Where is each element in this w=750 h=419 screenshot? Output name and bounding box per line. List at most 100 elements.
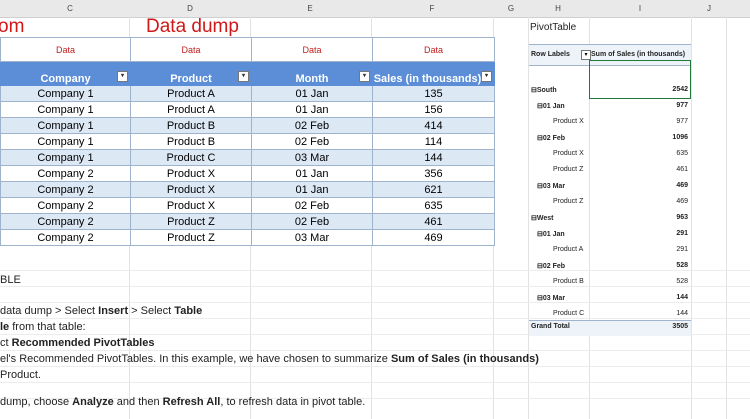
pivot-row-label[interactable]: ⊟01 Jan [537, 102, 565, 110]
pivot-row-value[interactable]: 528 [640, 262, 688, 269]
cell-product[interactable]: Product A [130, 101, 252, 118]
cell-company[interactable]: Company 2 [0, 165, 131, 182]
pivot-row-value[interactable]: 635 [640, 150, 688, 157]
cell-company[interactable]: Company 2 [0, 213, 131, 230]
pivot-row-label[interactable]: Product Z [553, 198, 583, 205]
cell-company[interactable]: Company 2 [0, 197, 131, 214]
table-row: Company 1 Product B 02 Feb 114 [0, 133, 495, 150]
pivot-row-label[interactable]: Product A [553, 246, 583, 253]
cell-sales[interactable]: 414 [372, 117, 495, 134]
cell-month[interactable]: 02 Feb [251, 197, 373, 214]
cell-product[interactable]: Product X [130, 181, 252, 198]
cell-product[interactable]: Product X [130, 165, 252, 182]
column-header-c[interactable]: C [20, 0, 120, 17]
section-title-data-dump: Data dump [146, 16, 239, 37]
cell-sales[interactable]: 144 [372, 149, 495, 166]
pivot-row-label[interactable]: ⊟03 Mar [537, 294, 565, 302]
header-month[interactable]: Month ▾ [251, 61, 373, 86]
pivot-row-value[interactable]: 144 [640, 310, 688, 317]
pivot-row-value[interactable]: 469 [640, 182, 688, 189]
column-header-d[interactable]: D [130, 0, 250, 17]
grid-line [691, 17, 692, 419]
pivot-row-label[interactable]: Product X [553, 150, 584, 157]
cell-month[interactable]: 02 Feb [251, 213, 373, 230]
cell-sales[interactable]: 156 [372, 101, 495, 118]
cell-product[interactable]: Product Z [130, 213, 252, 230]
pivot-row-label[interactable]: ⊟South [531, 86, 557, 94]
cell-month[interactable]: 02 Feb [251, 133, 373, 150]
cell-product[interactable]: Product A [130, 85, 252, 102]
pivot-row-value[interactable]: 2542 [640, 86, 688, 93]
cell-month[interactable]: 01 Jan [251, 85, 373, 102]
cell-month[interactable]: 01 Jan [251, 101, 373, 118]
pivot-row-value[interactable]: 528 [640, 278, 688, 285]
pivot-row-value[interactable]: 1096 [640, 134, 688, 141]
column-header-j[interactable]: J [692, 0, 726, 17]
pivot-row-label[interactable]: ⊟03 Mar [537, 182, 565, 190]
pivot-row-value[interactable]: 963 [640, 214, 688, 221]
header-sales[interactable]: Sales (in thousands) ▾ [372, 61, 495, 86]
column-header-f[interactable]: F [372, 0, 492, 17]
selected-cell[interactable] [589, 60, 691, 99]
header-company[interactable]: Company ▾ [0, 61, 131, 86]
pivot-row-value[interactable]: 291 [640, 230, 688, 237]
pivot-row-label[interactable]: Product X [553, 118, 584, 125]
column-header-g[interactable]: G [494, 0, 528, 17]
pivot-row-label[interactable]: Product Z [553, 166, 583, 173]
pivot-row-value[interactable]: 291 [640, 246, 688, 253]
cell-sales[interactable]: 135 [372, 85, 495, 102]
pivot-title: PivotTable [530, 22, 577, 33]
pivot-value-header[interactable]: Sum of Sales (in thousands) [591, 51, 685, 58]
cell-product[interactable]: Product C [130, 149, 252, 166]
filter-dropdown-icon[interactable]: ▾ [581, 50, 591, 60]
cell-company[interactable]: Company 1 [0, 149, 131, 166]
cell-product[interactable]: Product Z [130, 229, 252, 246]
grid-line [0, 270, 750, 271]
pivot-row-label[interactable]: ⊟West [531, 214, 553, 222]
cell-month[interactable]: 03 Mar [251, 229, 373, 246]
pivot-row-label[interactable]: ⊟01 Jan [537, 230, 565, 238]
filter-dropdown-icon[interactable]: ▾ [117, 71, 128, 82]
filter-dropdown-icon[interactable]: ▾ [238, 71, 249, 82]
pivot-row-label[interactable]: ⊟02 Feb [537, 134, 565, 142]
cell-company[interactable]: Company 1 [0, 85, 131, 102]
grid-line [0, 318, 750, 319]
pivot-row-value[interactable]: 469 [640, 198, 688, 205]
cell-company[interactable]: Company 2 [0, 181, 131, 198]
column-header-i[interactable]: I [590, 0, 690, 17]
pivot-row-value[interactable]: 977 [640, 102, 688, 109]
grid-line [0, 302, 750, 303]
pivot-row-label[interactable]: Product B [553, 278, 584, 285]
pivot-row-label[interactable]: ⊟02 Feb [537, 262, 565, 270]
cell-month[interactable]: 01 Jan [251, 165, 373, 182]
column-header-e[interactable]: E [250, 0, 370, 17]
filter-dropdown-icon[interactable]: ▾ [481, 71, 492, 82]
cell-product[interactable]: Product B [130, 133, 252, 150]
cell-sales[interactable]: 635 [372, 197, 495, 214]
pivot-row-value[interactable]: 144 [640, 294, 688, 301]
cell-sales[interactable]: 621 [372, 181, 495, 198]
cell-company[interactable]: Company 1 [0, 101, 131, 118]
cell-product[interactable]: Product X [130, 197, 252, 214]
pivot-row-label[interactable]: Product C [553, 310, 584, 317]
pivot-grand-total-value: 3505 [672, 323, 688, 330]
cell-sales[interactable]: 461 [372, 213, 495, 230]
pivot-row-value[interactable]: 977 [640, 118, 688, 125]
cell-company[interactable]: Company 2 [0, 229, 131, 246]
table-row: Company 1 Product A 01 Jan 156 [0, 101, 495, 118]
cell-month[interactable]: 01 Jan [251, 181, 373, 198]
header-product[interactable]: Product ▾ [130, 61, 252, 86]
cell-product[interactable]: Product B [130, 117, 252, 134]
pivot-row-value[interactable]: 461 [640, 166, 688, 173]
pivot-row-labels-header[interactable]: Row Labels [531, 51, 570, 58]
column-header-h[interactable]: H [528, 0, 588, 17]
cell-sales[interactable]: 114 [372, 133, 495, 150]
cell-sales[interactable]: 356 [372, 165, 495, 182]
cell-month[interactable]: 03 Mar [251, 149, 373, 166]
cell-company[interactable]: Company 1 [0, 133, 131, 150]
cell-sales[interactable]: 469 [372, 229, 495, 246]
instruction-line: ct Recommended PivotTables [0, 337, 155, 349]
cell-company[interactable]: Company 1 [0, 117, 131, 134]
filter-dropdown-icon[interactable]: ▾ [359, 71, 370, 82]
cell-month[interactable]: 02 Feb [251, 117, 373, 134]
